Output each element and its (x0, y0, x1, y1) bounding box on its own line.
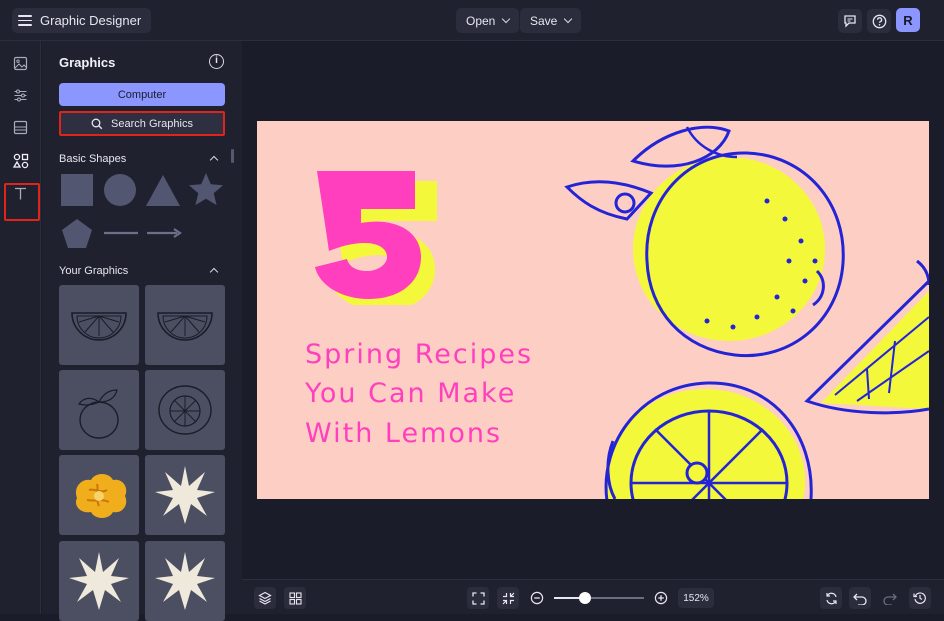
grid-button[interactable] (284, 587, 306, 609)
headline-line-1[interactable]: Spring Recipes (305, 339, 533, 370)
zoom-in-button[interactable] (654, 591, 668, 610)
computer-button[interactable]: Computer (59, 83, 225, 106)
zoom-out-icon (530, 591, 544, 605)
lemon-leaf-outline-icon (78, 389, 119, 439)
arrow-shape[interactable] (146, 227, 182, 239)
rail-item-layout[interactable] (8, 115, 33, 140)
zoom-slider[interactable] (554, 592, 644, 604)
help-button[interactable] (867, 9, 891, 33)
redo-button[interactable] (879, 587, 901, 609)
graphic-tile-starburst[interactable] (145, 455, 225, 535)
save-dropdown[interactable]: Save (520, 8, 582, 33)
collapse-basic-shapes-icon[interactable] (209, 155, 219, 165)
history-button[interactable] (909, 587, 931, 609)
help-icon (872, 14, 886, 28)
search-icon (91, 118, 103, 129)
star-shape[interactable] (188, 172, 224, 208)
fit-screen-button[interactable] (467, 587, 489, 609)
layers-button[interactable] (254, 587, 276, 609)
zoom-slider-handle[interactable] (579, 592, 591, 604)
panel-scrollbar[interactable] (231, 149, 234, 163)
chevron-down-icon (564, 14, 573, 24)
grid-icon (288, 591, 302, 605)
graphic-tile-lemon-slice-2[interactable] (145, 285, 225, 365)
pentagon-shape[interactable] (60, 217, 94, 251)
bottom-toolbar: 152% (242, 579, 944, 614)
history-icon (913, 592, 926, 604)
sliders-icon (14, 89, 27, 102)
search-graphics-label: Search Graphics (111, 117, 193, 130)
headline-line-3[interactable]: With Lemons (305, 418, 502, 449)
basic-shapes-heading: Basic Shapes (59, 153, 127, 165)
image-icon (13, 56, 28, 71)
chevron-down-icon (502, 14, 511, 24)
layers-icon (258, 591, 272, 605)
rail-item-photos[interactable] (8, 51, 33, 76)
search-graphics-button[interactable]: Search Graphics (59, 111, 225, 136)
design-canvas[interactable]: Spring Recipes You Can Make With Lemons (257, 121, 929, 499)
app-title: Graphic Designer (40, 13, 142, 28)
cream-starburst-icon (155, 552, 215, 610)
save-label: Save (530, 13, 558, 28)
rail-item-graphics[interactable] (8, 148, 33, 173)
graphic-tile-lemon-half[interactable] (145, 370, 225, 450)
zoom-level[interactable]: 152% (678, 588, 714, 608)
panel-title: Graphics (59, 55, 116, 70)
graphics-panel: Graphics i Computer Search Graphics Basi… (42, 41, 242, 621)
cream-starburst-icon (155, 466, 215, 524)
comment-button[interactable] (838, 9, 862, 33)
app-menu-button[interactable]: Graphic Designer (12, 8, 152, 33)
lemon-slice-outline-icon (157, 312, 213, 341)
graphic-tile-lemon-slice[interactable] (59, 285, 139, 365)
open-dropdown[interactable]: Open (456, 8, 520, 33)
yellow-flower-icon (75, 474, 127, 518)
avatar[interactable]: R (896, 8, 920, 32)
triangle-shape[interactable] (145, 173, 181, 207)
replace-button[interactable] (820, 587, 842, 609)
graphic-tile-yellow-flower[interactable] (59, 455, 139, 535)
lemon-illustration[interactable] (557, 121, 929, 499)
line-shape[interactable] (103, 229, 139, 237)
graphic-tile-starburst-2[interactable] (59, 541, 139, 621)
hamburger-icon (18, 15, 32, 26)
lemon-slice-outline-icon (71, 312, 127, 341)
open-label: Open (466, 13, 496, 28)
cream-starburst-icon (69, 552, 129, 610)
graphic-tile-lemon-leaf[interactable] (59, 370, 139, 450)
zoom-out-button[interactable] (530, 591, 544, 610)
undo-icon (853, 593, 867, 605)
headline-line-2[interactable]: You Can Make (305, 378, 516, 409)
shapes-icon (12, 153, 28, 168)
big-number-five[interactable] (305, 165, 445, 305)
text-icon (15, 187, 26, 200)
comment-icon (844, 15, 856, 28)
layout-icon (13, 120, 28, 135)
collapse-your-graphics-icon[interactable] (209, 267, 219, 277)
square-shape[interactable] (60, 173, 94, 207)
rail-item-text[interactable] (8, 181, 33, 206)
actual-size-button[interactable] (497, 587, 519, 609)
graphic-tile-starburst-3[interactable] (145, 541, 225, 621)
rail-item-adjustments[interactable] (8, 83, 33, 108)
redo-icon (883, 593, 897, 605)
zoom-in-icon (654, 591, 668, 605)
refresh-icon (825, 592, 837, 604)
collapse-icon (502, 592, 514, 604)
undo-button[interactable] (849, 587, 871, 609)
info-icon[interactable]: i (209, 54, 224, 69)
lemon-half-outline-icon (158, 385, 212, 435)
your-graphics-heading: Your Graphics (59, 265, 129, 277)
expand-icon (471, 591, 485, 605)
tool-rail (0, 41, 41, 614)
top-bar: Graphic Designer Open Save R (0, 0, 944, 41)
circle-shape[interactable] (103, 173, 137, 207)
